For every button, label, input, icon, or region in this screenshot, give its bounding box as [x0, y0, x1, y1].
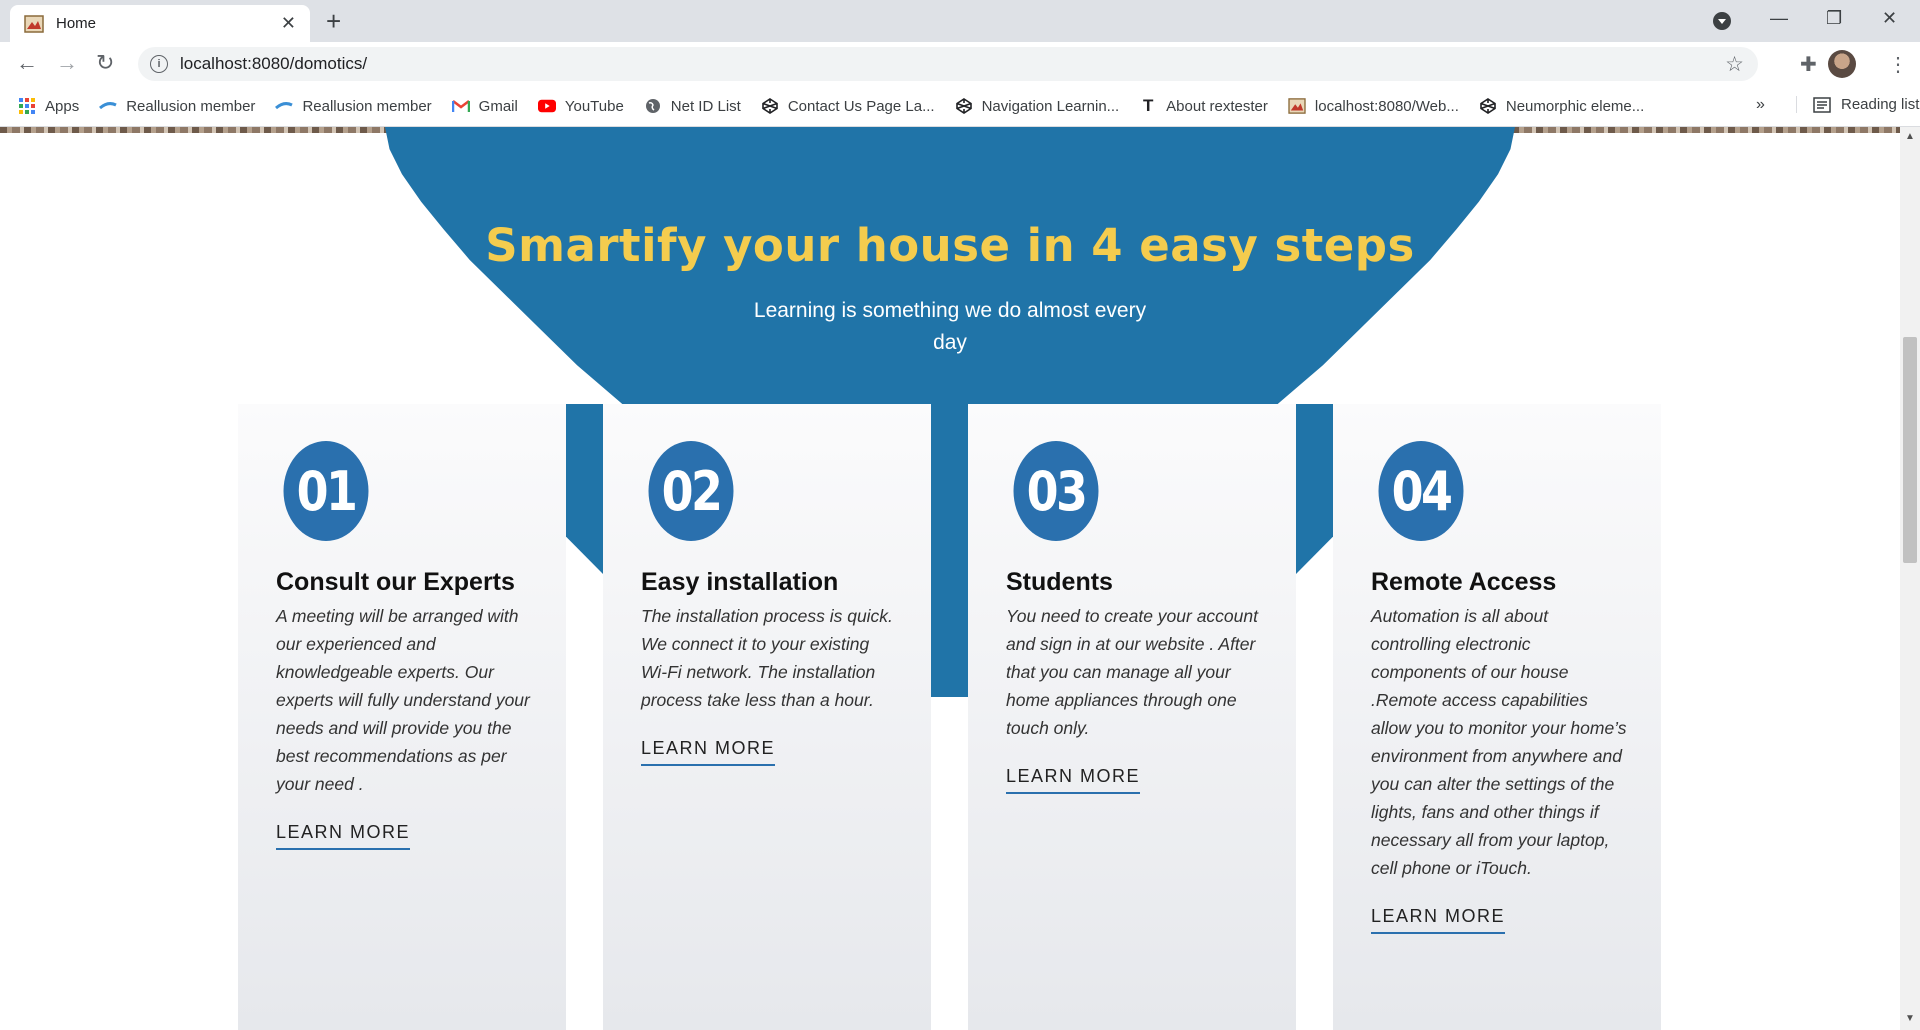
new-tab-button[interactable]: + — [326, 7, 341, 35]
step-number-badge: 03 — [1013, 441, 1099, 541]
step-card-2: 02 Easy installation The installation pr… — [603, 404, 931, 1030]
bookmark-label: Navigation Learnin... — [981, 97, 1120, 115]
hero-subtitle: Learning is something we do almost every… — [753, 299, 1147, 354]
bookmark-youtube[interactable]: YouTube — [537, 97, 624, 115]
bookmark-reallusion-1[interactable]: Reallusion member — [99, 98, 255, 115]
page-favicon-icon — [1288, 98, 1306, 114]
minimize-icon[interactable]: — — [1770, 8, 1788, 29]
scrollbar-thumb[interactable] — [1903, 337, 1917, 563]
bookmark-label: Apps — [45, 97, 80, 115]
bookmarks-bar: Apps Reallusion member Reallusion member… — [0, 86, 1920, 127]
bookmark-apps[interactable]: Apps — [18, 98, 79, 115]
step-card-3: 03 Students You need to create your acco… — [968, 404, 1296, 1030]
page-favicon-icon — [24, 14, 44, 33]
apps-grid-icon — [19, 98, 35, 114]
globe-icon — [645, 99, 660, 113]
menu-kebab-icon[interactable]: ⋮ — [1888, 52, 1908, 77]
bookmark-star-icon[interactable]: ☆ — [1725, 52, 1744, 77]
step-description-text: Automation is all about controlling elec… — [1371, 606, 1627, 878]
reload-icon[interactable]: ↻ — [96, 50, 114, 76]
step-description-text: You need to create your account and sign… — [1006, 606, 1258, 738]
bookmark-rextester[interactable]: T About rextester — [1139, 96, 1268, 115]
bookmark-label: Net ID List — [670, 97, 741, 115]
step-description: You need to create your account and sign… — [1006, 602, 1264, 794]
bookmark-localhost[interactable]: localhost:8080/Web... — [1288, 98, 1459, 115]
step-number-badge: 02 — [648, 441, 734, 541]
scroll-up-arrow-icon[interactable]: ▲ — [1905, 131, 1915, 142]
step-title: Remote Access — [1371, 568, 1557, 596]
step-description: A meeting will be arranged with our expe… — [276, 602, 534, 850]
codepen-icon — [955, 98, 972, 114]
step-number-badge: 01 — [283, 441, 369, 541]
bookmark-label: YouTube — [564, 97, 624, 115]
browser-toolbar: ← → ↻ i localhost:8080/domotics/ ☆ ✚ ⋮ — [0, 42, 1920, 86]
reading-list-label: Reading list — [1841, 96, 1920, 113]
card-connector — [566, 404, 603, 574]
reading-list-button[interactable]: Reading list — [1796, 96, 1919, 113]
bookmark-neumorphic[interactable]: Neumorphic eleme... — [1479, 98, 1644, 115]
bookmark-navigation[interactable]: Navigation Learnin... — [955, 97, 1120, 115]
site-info-icon[interactable]: i — [150, 55, 168, 73]
restore-icon[interactable]: ❐ — [1826, 8, 1842, 29]
reallusion-icon — [99, 102, 117, 110]
step-card-4: 04 Remote Access Automation is all about… — [1333, 404, 1661, 1030]
reading-list-icon — [1813, 96, 1831, 113]
browser-tab[interactable]: Home ✕ — [10, 5, 310, 42]
forward-icon[interactable]: → — [56, 50, 78, 76]
tab-title: Home — [56, 15, 97, 32]
bookmark-contact-us[interactable]: Contact Us Page La... — [761, 98, 935, 115]
page-title: Smartify your house in 4 easy steps — [485, 219, 1415, 272]
step-card-1: 01 Consult our Experts A meeting will be… — [238, 404, 566, 1030]
t-letter-icon: T — [1142, 96, 1154, 115]
learn-more-link[interactable]: LEARN MORE — [276, 818, 411, 850]
step-title: Students — [1006, 568, 1113, 596]
card-connector — [1296, 404, 1333, 574]
step-title: Easy installation — [641, 568, 839, 596]
page-viewport: Smartify your house in 4 easy steps Lear… — [0, 127, 1900, 1030]
bookmark-label: About rextester — [1166, 97, 1268, 115]
card-connector — [931, 404, 968, 697]
bookmark-label: Reallusion member — [302, 97, 432, 115]
step-title: Consult our Experts — [276, 568, 515, 596]
gmail-icon — [451, 100, 470, 112]
learn-more-link[interactable]: LEARN MORE — [1006, 762, 1141, 794]
bookmark-label: localhost:8080/Web... — [1314, 97, 1459, 115]
bookmark-net-id-list[interactable]: Net ID List — [644, 98, 741, 115]
youtube-icon — [537, 99, 556, 113]
codepen-icon — [762, 98, 778, 114]
reallusion-icon — [275, 102, 294, 110]
learn-more-link[interactable]: LEARN MORE — [641, 734, 776, 766]
back-icon[interactable]: ← — [16, 50, 38, 76]
codepen-icon — [1480, 98, 1496, 114]
step-description-text: A meeting will be arranged with our expe… — [276, 606, 530, 794]
bookmark-label: Gmail — [478, 97, 518, 115]
close-window-icon[interactable]: ✕ — [1882, 8, 1897, 29]
step-description: Automation is all about controlling elec… — [1371, 602, 1629, 934]
extensions-puzzle-icon[interactable]: ✚ — [1800, 52, 1817, 77]
step-description-text: The installation process is quick. We co… — [641, 606, 893, 710]
browser-tab-strip: Home ✕ + — ❐ ✕ — [0, 0, 1920, 42]
bookmark-label: Neumorphic eleme... — [1505, 97, 1645, 115]
bookmark-gmail[interactable]: Gmail — [451, 97, 518, 115]
url-text[interactable]: localhost:8080/domotics/ — [180, 54, 367, 74]
bookmark-reallusion-2[interactable]: Reallusion member — [275, 97, 432, 115]
step-description: The installation process is quick. We co… — [641, 602, 899, 766]
profile-avatar[interactable] — [1828, 50, 1856, 78]
bookmark-label: Reallusion member — [126, 97, 256, 115]
close-tab-icon[interactable]: ✕ — [281, 13, 296, 34]
learn-more-link[interactable]: LEARN MORE — [1371, 902, 1506, 934]
step-number-badge: 04 — [1378, 441, 1464, 541]
bookmarks-overflow-button[interactable]: » — [1756, 96, 1765, 114]
page-scrollbar[interactable]: ▲ ▼ — [1900, 127, 1920, 1030]
profile-dropdown-icon[interactable] — [1712, 11, 1732, 31]
address-bar[interactable]: i localhost:8080/domotics/ ☆ — [138, 47, 1758, 81]
bookmark-label: Contact Us Page La... — [787, 97, 935, 115]
scroll-down-arrow-icon[interactable]: ▼ — [1905, 1013, 1915, 1024]
